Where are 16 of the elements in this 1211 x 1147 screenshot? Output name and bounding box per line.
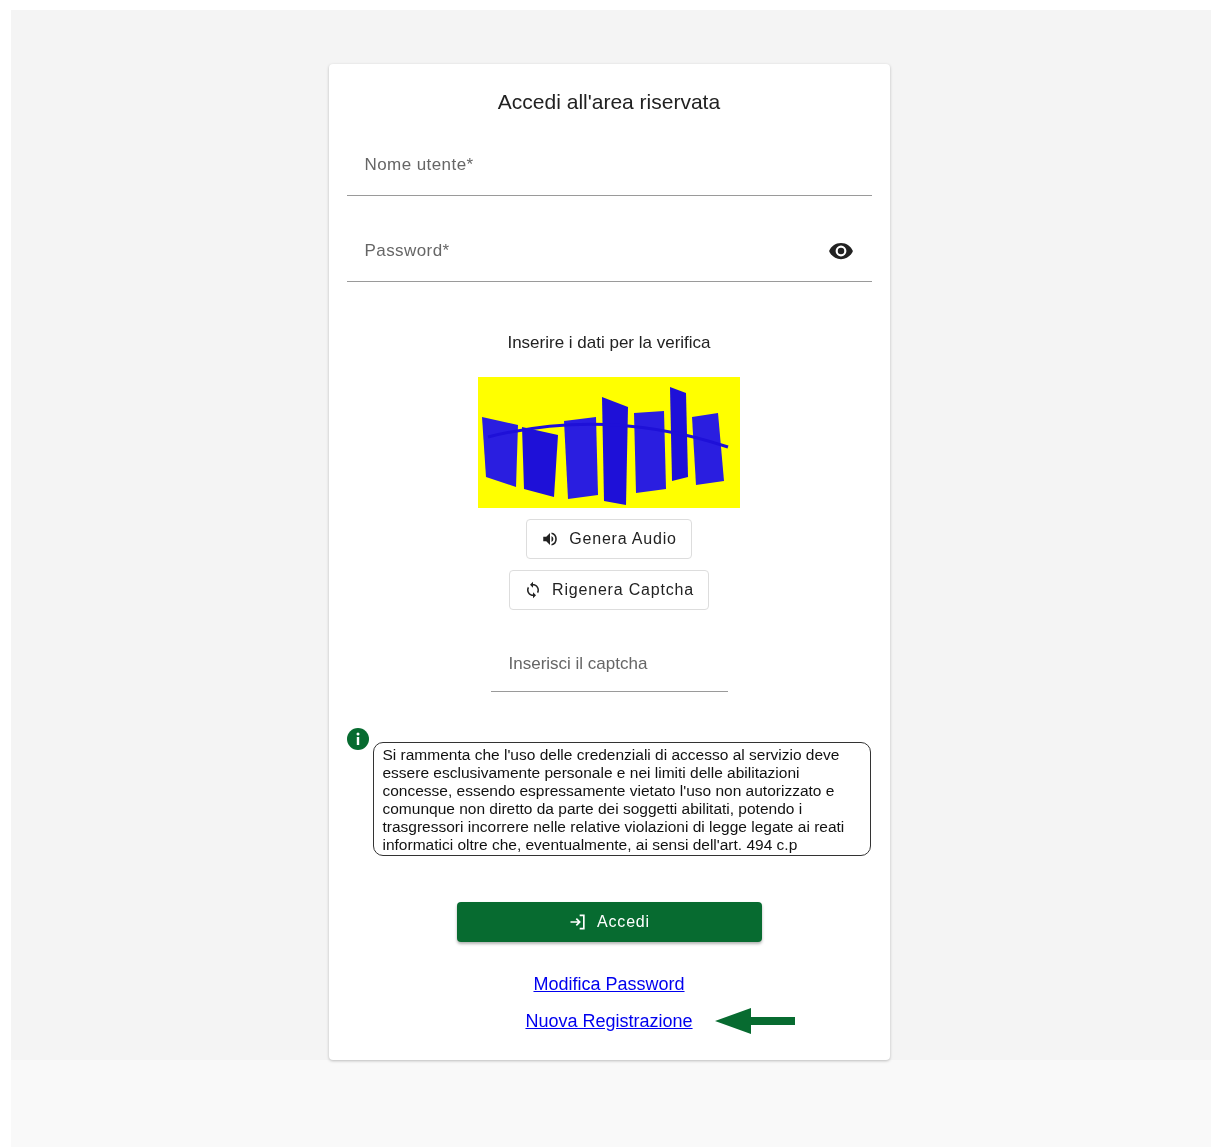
regenerate-button[interactable]: Rigenera Captcha	[509, 570, 709, 610]
field-label: Nome utente*	[364, 154, 474, 177]
arrow-icon	[714, 1007, 795, 1035]
verification-heading: Inserire i dati per la verifica	[507, 331, 711, 354]
username-field[interactable]: Nome utente*	[346, 135, 872, 196]
audio-button[interactable]: Genera Audio	[526, 519, 692, 559]
password-field[interactable]: Password*	[346, 221, 872, 282]
change-password-link[interactable]: Modifica Password	[533, 970, 685, 998]
captcha-input[interactable]: Inserisci il captcha	[490, 636, 728, 692]
card-title: Accedi all'area riservata	[497, 89, 721, 115]
field-label: Password*	[364, 240, 450, 263]
speaker-icon	[541, 530, 560, 548]
notice-text: Si rammenta che l'uso delle credenziali di accesso al servizio deve essere esclusivamente personale e nei limiti delle abilitazioni concesse, essendo espressamente vietato l'uso non autorizzato e comunque non diretto da parte dei soggetti abilitati, potendo i trasgressori incorrere nelle relative violazioni di legge legate ai reati informatici oltre che, eventualmente, ai sensi dell'art. 494 c.p	[372, 742, 871, 856]
info-icon	[346, 728, 369, 750]
registration-link[interactable]: Nuova Registrazione	[525, 1007, 693, 1035]
login-button[interactable]: Accedi	[456, 902, 762, 942]
